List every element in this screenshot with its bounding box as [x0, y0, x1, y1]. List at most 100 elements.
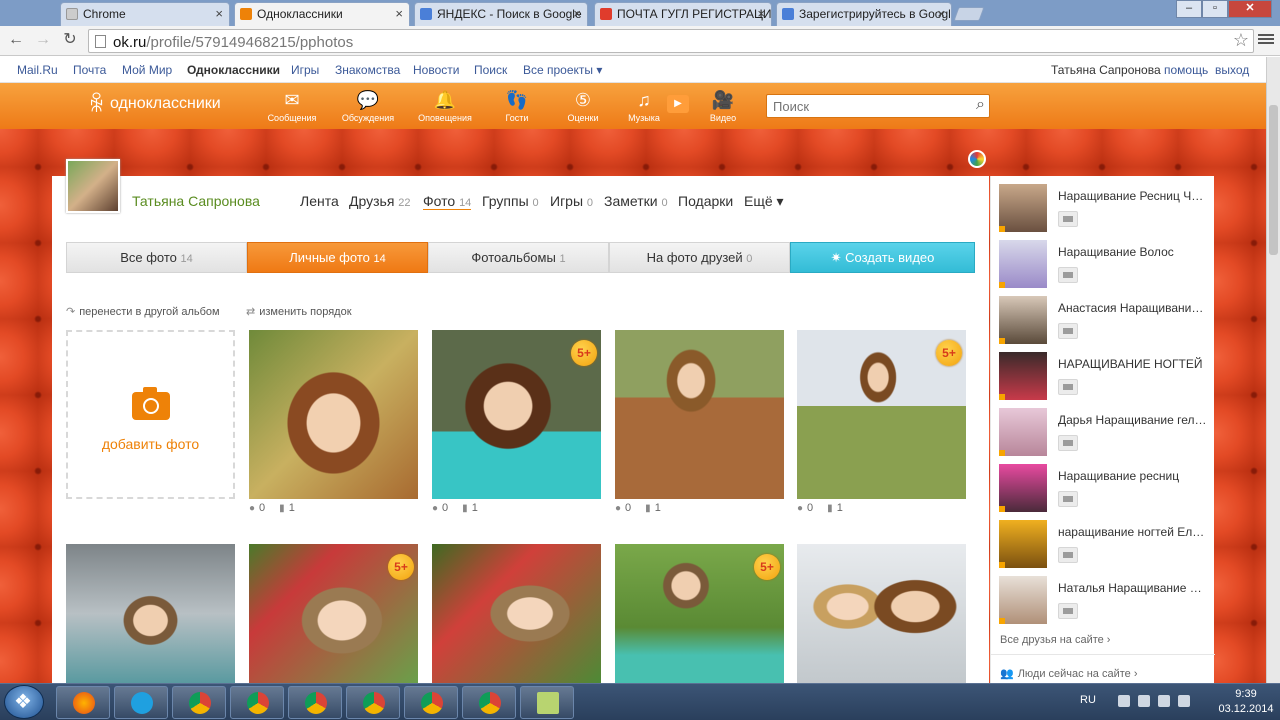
portal-link-news[interactable]: Новости	[413, 63, 459, 77]
friend-name[interactable]: Дарья Наращивание гелем	[1058, 413, 1208, 427]
theme-picker-icon[interactable]	[968, 150, 986, 168]
add-photo-button[interactable]: добавить фото	[66, 330, 235, 499]
photo-thumbnail[interactable]	[432, 544, 601, 683]
portal-link-ok[interactable]: Одноклассники	[187, 63, 280, 77]
nav-music[interactable]: ♫ Музыка	[614, 89, 674, 123]
search-input[interactable]	[773, 98, 963, 114]
friend-name[interactable]: Наращивание ресниц	[1058, 469, 1208, 483]
chrome-menu-icon[interactable]	[1258, 32, 1274, 48]
volume-icon[interactable]	[1178, 695, 1190, 707]
friend-name[interactable]: наращивание ногтей Елена	[1058, 525, 1208, 539]
portal-link-dating[interactable]: Знакомства	[335, 63, 400, 77]
photo-thumbnail[interactable]: 5+	[797, 330, 966, 499]
move-to-album-link[interactable]: ↷ перенести в другой альбом	[66, 305, 220, 318]
close-icon[interactable]: ×	[215, 6, 223, 21]
friend-item[interactable]: Анастасия Наращивание Ресниц	[999, 296, 1209, 346]
nav-messages[interactable]: ✉ Сообщения	[262, 89, 322, 123]
reorder-link[interactable]: ⇄ изменить порядок	[246, 305, 352, 318]
profile-tab-friends[interactable]: Друзья 22	[349, 193, 411, 209]
friend-item[interactable]: Дарья Наращивание гелем	[999, 408, 1209, 458]
back-arrow-icon[interactable]: ←	[6, 31, 26, 51]
portal-user-name[interactable]: Татьяна Сапронова	[1051, 63, 1161, 77]
taskbar-chrome[interactable]	[172, 686, 226, 719]
message-icon[interactable]	[1058, 547, 1078, 563]
network-icon[interactable]	[1118, 695, 1130, 707]
reload-icon[interactable]: ↻	[60, 31, 80, 51]
taskbar-skype[interactable]	[114, 686, 168, 719]
portal-link-games[interactable]: Игры	[291, 63, 319, 77]
help-link[interactable]: помощь	[1164, 63, 1208, 77]
photo-thumbnail[interactable]	[797, 544, 966, 683]
language-indicator[interactable]: RU	[1080, 694, 1096, 706]
nav-guests[interactable]: 👣 Гости	[487, 89, 547, 123]
profile-tab-gifts[interactable]: Подарки	[678, 193, 733, 209]
close-icon[interactable]: ×	[395, 6, 403, 21]
taskbar-chrome[interactable]	[288, 686, 342, 719]
maximize-button[interactable]: ▫	[1202, 0, 1228, 18]
battery-icon[interactable]	[1158, 695, 1170, 707]
music-play-icon[interactable]: ▶	[667, 95, 689, 113]
message-icon[interactable]	[1058, 211, 1078, 227]
page-scrollbar[interactable]	[1266, 57, 1280, 683]
portal-link-pochta[interactable]: Почта	[73, 63, 106, 77]
tab-yandex[interactable]: ЯНДЕКС - Поиск в Google ×	[414, 2, 588, 26]
window-close-button[interactable]: ✕	[1228, 0, 1272, 18]
all-friends-link[interactable]: Все друзья на сайте ›	[1000, 634, 1110, 646]
minimize-button[interactable]: –	[1176, 0, 1202, 18]
photo-thumbnail[interactable]: 5+	[615, 544, 784, 683]
tab-google-register[interactable]: Зарегистрируйтесь в Google ×	[776, 2, 952, 26]
friend-item[interactable]: Наращивание Ресниц Чебоксары	[999, 184, 1209, 234]
photo-thumbnail[interactable]	[249, 330, 418, 499]
friend-name[interactable]: Наращивание Ресниц Чебоксары	[1058, 189, 1208, 203]
avatar[interactable]	[66, 159, 120, 213]
friend-name[interactable]: Анастасия Наращивание Ресниц	[1058, 301, 1208, 315]
friend-name[interactable]: Наращивание Волос	[1058, 245, 1208, 259]
taskbar-notes[interactable]	[520, 686, 574, 719]
portal-link-mailru[interactable]: Mail.Ru	[17, 63, 58, 77]
friend-name[interactable]: НАРАЩИВАНИЕ НОГТЕЙ	[1058, 357, 1208, 371]
message-icon[interactable]	[1058, 435, 1078, 451]
flag-icon[interactable]	[1138, 695, 1150, 707]
create-video-button[interactable]: ✷ Создать видео	[790, 242, 975, 273]
photo-thumbnail[interactable]	[66, 544, 235, 683]
photo-thumbnail[interactable]	[615, 330, 784, 499]
photo-thumbnail[interactable]: 5+	[249, 544, 418, 683]
profile-tab-photos[interactable]: Фото 14	[423, 193, 472, 210]
photo-thumbnail[interactable]: 5+	[432, 330, 601, 499]
search-icon[interactable]: ⌕	[976, 96, 985, 114]
clock-date[interactable]: 03.12.2014	[1218, 703, 1274, 715]
taskbar-firefox[interactable]	[56, 686, 110, 719]
friend-item[interactable]: Наращивание Волос	[999, 240, 1209, 290]
portal-link-search[interactable]: Поиск	[474, 63, 507, 77]
forward-arrow-icon[interactable]: →	[33, 31, 53, 51]
friend-item[interactable]: Наталья Наращивание ногтей	[999, 576, 1209, 626]
tab-pochta[interactable]: ПОЧТА ГУГЛ РЕГИСТРАЦИЯ ×	[594, 2, 772, 26]
tab-chrome[interactable]: Chrome ×	[60, 2, 230, 26]
friend-item[interactable]: Наращивание ресниц	[999, 464, 1209, 514]
taskbar-chrome[interactable]	[230, 686, 284, 719]
profile-tab-notes[interactable]: Заметки 0	[604, 193, 668, 209]
portal-link-all-projects[interactable]: Все проекты ▾	[523, 63, 602, 77]
nav-notifications[interactable]: 🔔 Оповещения	[415, 89, 475, 123]
profile-name[interactable]: Татьяна Сапронова	[132, 193, 260, 209]
subtab-personal-photos[interactable]: Личные фото 14	[247, 242, 428, 273]
nav-discussions[interactable]: 💬 Обсуждения	[338, 89, 398, 123]
close-icon[interactable]: ×	[937, 6, 945, 21]
portal-link-moymir[interactable]: Мой Мир	[122, 63, 172, 77]
profile-tab-groups[interactable]: Группы 0	[482, 193, 539, 209]
people-online-link[interactable]: 👥 Люди сейчас на сайте ›	[1000, 667, 1137, 680]
profile-tab-games[interactable]: Игры 0	[550, 193, 593, 209]
message-icon[interactable]	[1058, 491, 1078, 507]
new-tab-button[interactable]	[953, 7, 985, 21]
taskbar-chrome[interactable]	[462, 686, 516, 719]
start-button[interactable]	[4, 685, 44, 719]
friend-item[interactable]: наращивание ногтей Елена	[999, 520, 1209, 570]
friend-item[interactable]: НАРАЩИВАНИЕ НОГТЕЙ	[999, 352, 1209, 402]
subtab-albums[interactable]: Фотоальбомы 1	[428, 242, 609, 273]
bookmark-star-icon[interactable]: ☆	[1233, 30, 1249, 51]
friend-name[interactable]: Наталья Наращивание ногтей	[1058, 581, 1208, 595]
taskbar-chrome[interactable]	[404, 686, 458, 719]
message-icon[interactable]	[1058, 379, 1078, 395]
close-icon[interactable]: ×	[757, 6, 765, 21]
nav-video[interactable]: 🎥 Видео	[693, 89, 753, 123]
